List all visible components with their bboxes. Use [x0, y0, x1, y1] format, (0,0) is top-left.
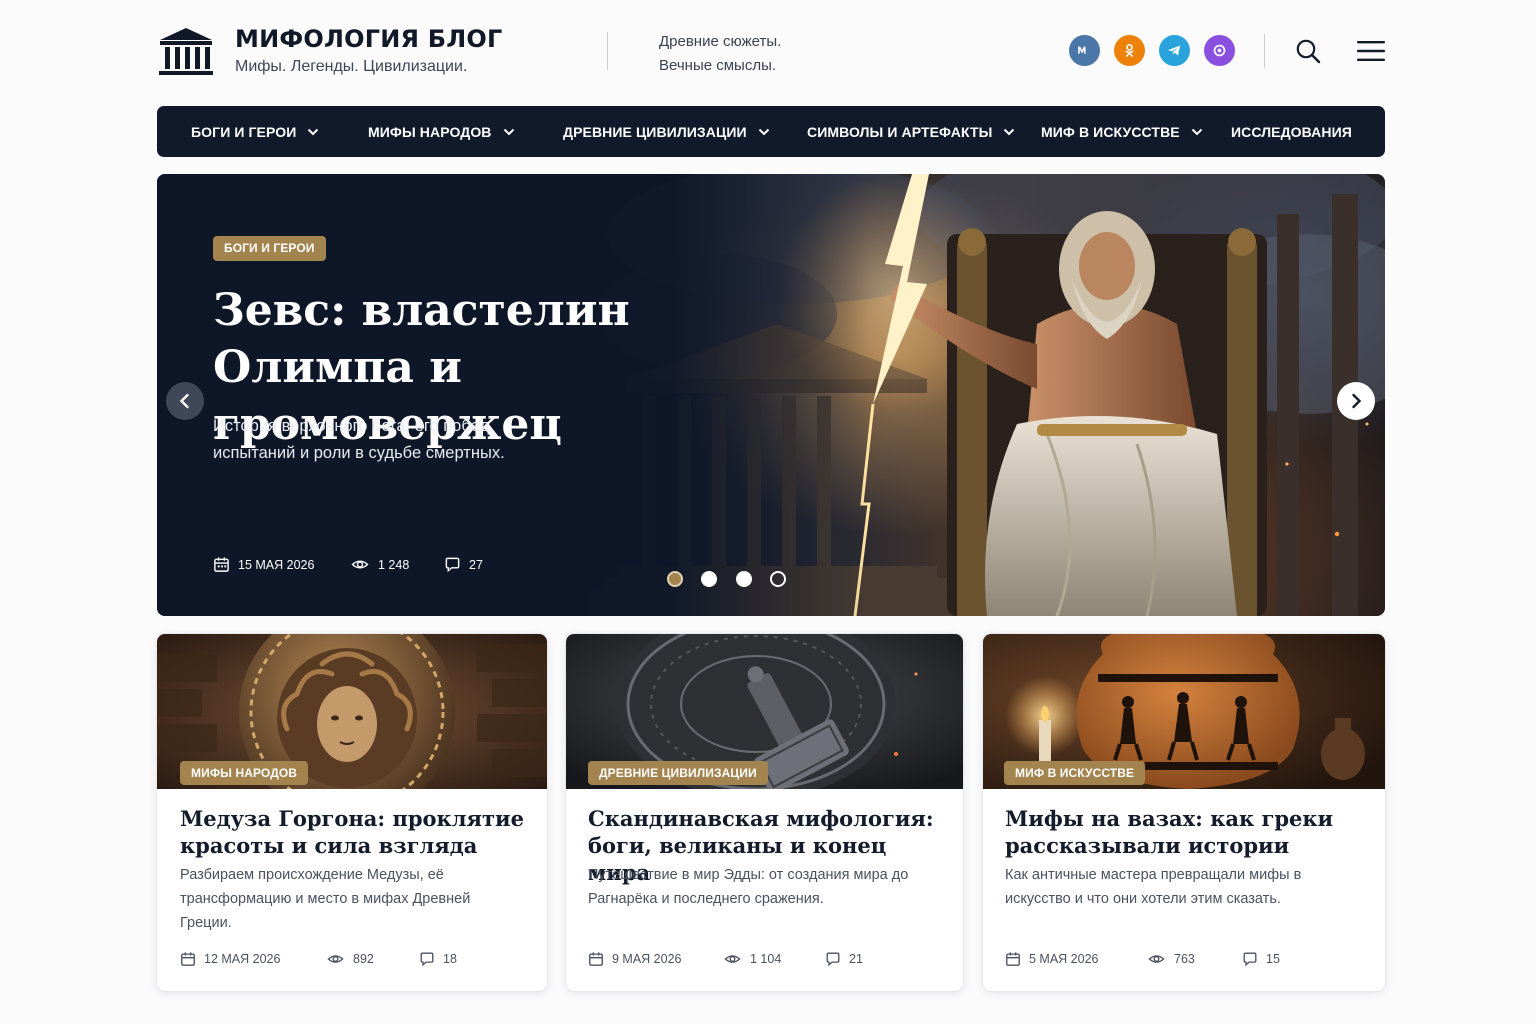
hero-date: 15 МАЯ 2026	[213, 556, 314, 573]
site-header: МИФОЛОГИЯ БЛОГ Мифы. Легенды. Цивилизаци…	[157, 20, 1385, 84]
card-date: 9 МАЯ 2026	[588, 951, 681, 967]
chevron-down-icon	[758, 128, 769, 135]
telegram-icon[interactable]	[1159, 35, 1190, 66]
chevron-down-icon	[503, 128, 514, 135]
chevron-down-icon	[1191, 128, 1202, 135]
comment-icon	[420, 952, 434, 967]
card-views-text: 763	[1174, 952, 1195, 966]
article-card[interactable]: МИФ В ИСКУССТВЕ Мифы на вазах: как греки…	[983, 634, 1385, 991]
search-icon[interactable]	[1295, 38, 1321, 64]
chevron-right-icon	[1352, 393, 1362, 409]
motto-line-2: Вечные смыслы.	[659, 57, 777, 74]
comment-icon	[826, 952, 840, 967]
nav-item-label: ИССЛЕДОВАНИЯ	[1231, 123, 1352, 140]
card-views-text: 892	[353, 952, 374, 966]
card-category-badge[interactable]: МИФЫ НАРОДОВ	[180, 761, 309, 785]
card-views-text: 1 104	[750, 952, 782, 966]
card-views: 1 104	[723, 951, 781, 967]
slider-prev-button[interactable]	[166, 382, 204, 420]
hero-comments-text: 27	[469, 557, 483, 572]
social-divider	[1264, 34, 1265, 68]
chevron-down-icon	[1004, 128, 1015, 135]
hero-comments: 27	[444, 556, 483, 573]
comment-icon	[445, 557, 460, 573]
main-nav: БОГИ И ГЕРОИ МИФЫ НАРОДОВ ДРЕВНИЕ ЦИВИЛИ…	[157, 106, 1385, 157]
header-divider	[607, 32, 608, 70]
chevron-left-icon	[179, 393, 189, 409]
site-title[interactable]: МИФОЛОГИЯ БЛОГ	[235, 25, 502, 53]
card-date-text: 12 МАЯ 2026	[204, 952, 281, 966]
card-date-text: 5 МАЯ 2026	[1029, 952, 1099, 966]
slider-dot-2[interactable]	[701, 571, 717, 587]
card-comments: 15	[1242, 951, 1280, 967]
nav-item-myths-peoples[interactable]: МИФЫ НАРОДОВ	[368, 106, 515, 157]
hero-category-badge[interactable]: БОГИ И ГЕРОИ	[213, 236, 326, 261]
motto: Древние сюжеты. Вечные смыслы.	[659, 30, 781, 78]
eye-icon	[724, 955, 741, 963]
calendar-icon	[1006, 952, 1020, 966]
card-title[interactable]: Мифы на вазах: как греки рассказывали ис…	[1005, 805, 1350, 859]
nav-item-gods-heroes[interactable]: БОГИ И ГЕРОИ	[191, 106, 319, 157]
eye-icon	[327, 955, 344, 963]
card-views: 763	[1147, 951, 1195, 967]
eye-icon	[1148, 955, 1165, 963]
vk-icon[interactable]	[1069, 35, 1100, 66]
hero-date-text: 15 МАЯ 2026	[238, 557, 315, 572]
eye-icon	[351, 560, 369, 569]
card-comments: 21	[825, 951, 863, 967]
hero-views-text: 1 248	[378, 557, 410, 572]
card-excerpt: Как античные мастера превращали мифы в и…	[1005, 867, 1302, 907]
nav-item-label: МИФЫ НАРОДОВ	[368, 123, 492, 140]
nav-item-label: БОГИ И ГЕРОИ	[191, 123, 297, 140]
card-title[interactable]: Медуза Горгона: проклятие красоты и сила…	[180, 805, 525, 859]
menu-icon[interactable]	[1357, 40, 1385, 62]
article-card[interactable]: ДРЕВНИЕ ЦИВИЛИЗАЦИИ Скандинавская мифоло…	[566, 634, 963, 991]
nav-item-label: МИФ В ИСКУССТВЕ	[1041, 123, 1180, 140]
odnoklassniki-icon[interactable]	[1114, 35, 1145, 66]
card-comments-text: 15	[1266, 952, 1280, 966]
card-comments-text: 18	[443, 952, 457, 966]
hero-subtitle: История верховного бога, его побед, испы…	[213, 417, 505, 462]
card-date: 5 МАЯ 2026	[1005, 951, 1098, 967]
nav-item-myth-in-art[interactable]: МИФ В ИСКУССТВЕ	[1041, 106, 1203, 157]
card-views: 892	[326, 951, 374, 967]
slider-next-button[interactable]	[1337, 382, 1375, 420]
calendar-icon	[589, 952, 603, 966]
site-tagline: Мифы. Легенды. Цивилизации.	[235, 58, 468, 75]
card-category-badge[interactable]: ДРЕВНИЕ ЦИВИЛИЗАЦИИ	[588, 761, 768, 785]
nav-item-label: ДРЕВНИЕ ЦИВИЛИЗАЦИИ	[563, 123, 747, 140]
nav-item-label: СИМВОЛЫ И АРТЕФАКТЫ	[807, 123, 993, 140]
nav-item-ancient-civilizations[interactable]: ДРЕВНИЕ ЦИВИЛИЗАЦИИ	[563, 106, 770, 157]
calendar-icon	[181, 952, 195, 966]
card-comments-text: 21	[849, 952, 863, 966]
nav-item-symbols-artifacts[interactable]: СИМВОЛЫ И АРТЕФАКТЫ	[807, 106, 1015, 157]
chevron-down-icon	[308, 128, 319, 135]
podcast-icon[interactable]	[1204, 35, 1235, 66]
slider-dot-3[interactable]	[736, 571, 752, 587]
card-excerpt: Путешествие в мир Эдды: от создания мира…	[588, 867, 909, 907]
temple-columns-icon[interactable]	[157, 26, 215, 76]
calendar-icon	[214, 557, 229, 572]
nav-item-research[interactable]: ИССЛЕДОВАНИЯ	[1231, 106, 1352, 157]
slider-dot-1[interactable]	[667, 571, 683, 587]
card-category-badge[interactable]: МИФ В ИСКУССТВЕ	[1004, 761, 1146, 785]
motto-line-1: Древние сюжеты.	[659, 33, 782, 50]
article-card[interactable]: МИФЫ НАРОДОВ Медуза Горгона: проклятие к…	[157, 634, 547, 991]
comment-icon	[1243, 952, 1257, 967]
hero-views: 1 248	[350, 556, 409, 573]
card-date: 12 МАЯ 2026	[180, 951, 280, 967]
card-comments: 18	[419, 951, 457, 967]
slider-dot-4[interactable]	[770, 571, 786, 587]
card-date-text: 9 МАЯ 2026	[612, 952, 682, 966]
card-excerpt: Разбираем происхождение Медузы, её транс…	[180, 867, 471, 931]
hero-slider[interactable]: БОГИ И ГЕРОИ Зевс: властелин Олимпа и гр…	[157, 174, 1385, 616]
